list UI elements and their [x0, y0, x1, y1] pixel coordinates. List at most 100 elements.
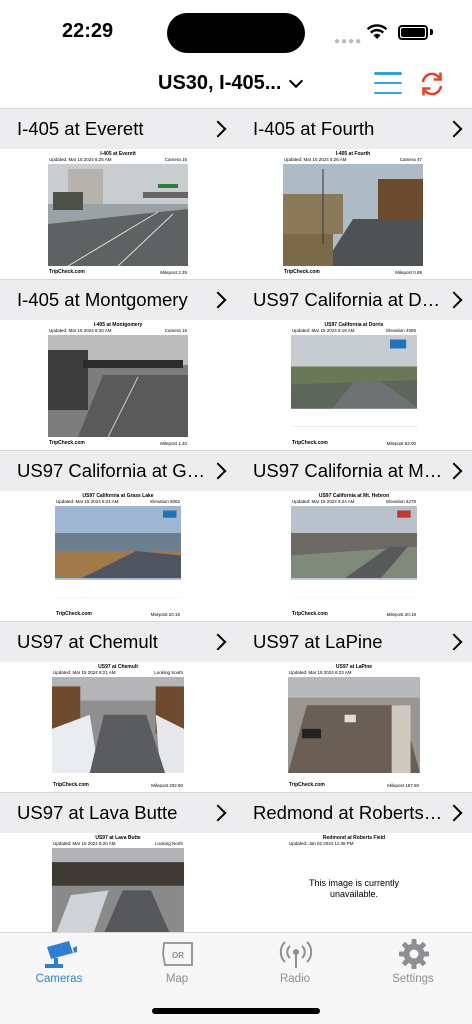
gear-icon	[399, 939, 429, 969]
camera-title: US97 at Lava Butte	[17, 802, 178, 823]
camera-title: I-405 at Fourth	[253, 118, 375, 139]
camera-milepost: Milepost 20.19	[386, 612, 416, 617]
chevron-right-icon	[209, 120, 227, 138]
camera-image[interactable]: I-405 at Everett Updated: Mar 15 2024 8:…	[47, 149, 189, 278]
signal-dots-icon: ●●●●	[334, 36, 363, 47]
camera-image[interactable]: US97 at Lava Butte Updated: Mar 15 2024 …	[51, 833, 185, 932]
camera-brand: TripCheck.com	[56, 611, 92, 617]
route-title: US30, I-405...	[158, 72, 282, 94]
camera-cell[interactable]: US97 California at Mt. Hebron US97 Calif…	[236, 450, 472, 621]
camera-header[interactable]: I-405 at Montgomery	[0, 279, 236, 320]
camera-brand: TripCheck.com	[292, 611, 328, 617]
camera-brand: TripCheck.com	[49, 269, 85, 275]
svg-text:OR: OR	[172, 951, 184, 960]
tab-label: Map	[165, 973, 189, 985]
route-selector[interactable]: US30, I-405...	[158, 72, 304, 95]
chevron-down-icon	[289, 73, 304, 88]
camera-image[interactable]: US97 at Chemult Updated: Mar 15 2024 8:2…	[51, 662, 185, 791]
camera-image[interactable]: I-405 at Montgomery Updated: Mar 15 2024…	[47, 320, 189, 449]
battery-tip	[430, 29, 433, 35]
camera-milepost: Milepost 2.35	[160, 270, 187, 275]
camera-extra: Elevation 4095	[386, 328, 416, 333]
camera-extra: Camera 47	[399, 157, 422, 162]
status-bar: 22:29 ●●●●	[0, 0, 472, 62]
camera-updated: Updated: Mar 15 2024 8:21 AM	[53, 670, 116, 675]
wifi-icon	[366, 24, 388, 39]
traffic-photo	[52, 677, 184, 774]
camera-header[interactable]: US97 at Lava Butte	[0, 792, 236, 833]
camera-title: US97 California at Grass Lake	[17, 460, 209, 481]
camera-cell[interactable]: US97 at LaPine US97 at LaPine Updated: M…	[236, 621, 472, 792]
dynamic-island	[167, 13, 305, 53]
camera-header[interactable]: I-405 at Everett	[0, 108, 236, 149]
camera-cell[interactable]: Redmond at Roberts Field Redmond at Robe…	[236, 792, 472, 932]
camera-header[interactable]: US97 California at Grass Lake	[0, 450, 236, 491]
camera-updated: Updated: Mar 15 2024 8:25 AM	[49, 157, 112, 162]
camera-updated: Updated: Jan 02 2024 11:36 PM	[289, 841, 354, 846]
camera-icon	[45, 941, 77, 968]
camera-milepost: Milepost 0.89	[395, 270, 422, 275]
camera-cell[interactable]: US97 at Lava Butte US97 at Lava Butte Up…	[0, 792, 236, 932]
chevron-right-icon	[445, 633, 463, 651]
camera-milepost: Milepost 20.19	[150, 612, 180, 617]
camera-grid: I-405 at Everett I-405 at Everett Update…	[0, 108, 472, 932]
camera-updated: Updated: Mar 15 2024 8:24 AM	[292, 499, 355, 504]
status-time: 22:29	[62, 20, 114, 42]
camera-header[interactable]: I-405 at Fourth	[236, 108, 472, 149]
camera-header[interactable]: US97 at LaPine	[236, 621, 472, 662]
chevron-right-icon	[445, 804, 463, 822]
camera-title: US97 at LaPine	[253, 631, 383, 652]
camera-header[interactable]: Redmond at Roberts Field	[236, 792, 472, 833]
camera-title: US97 at Chemult	[17, 631, 158, 652]
chevron-right-icon	[209, 804, 227, 822]
camera-header[interactable]: US97 California at Mt. Hebron	[236, 450, 472, 491]
camera-milepost: Milepost 202.90	[151, 783, 183, 788]
camera-title: US97 California at Mt. Hebron	[253, 460, 445, 481]
traffic-photo	[288, 677, 420, 774]
chevron-right-icon	[445, 120, 463, 138]
tab-map[interactable]: OR Map	[118, 933, 236, 993]
camera-image[interactable]: Redmond at Roberts Field Updated: Jan 02…	[287, 833, 421, 932]
camera-title: I-405 at Everett	[17, 118, 144, 139]
camera-cell[interactable]: I-405 at Fourth I-405 at Fourth Updated:…	[236, 108, 472, 279]
tab-cameras[interactable]: Cameras	[0, 933, 118, 993]
home-indicator	[152, 1008, 320, 1014]
camera-cell[interactable]: I-405 at Everett I-405 at Everett Update…	[0, 108, 236, 279]
tab-radio[interactable]: Radio	[236, 933, 354, 993]
refresh-icon[interactable]	[417, 69, 447, 99]
camera-title: US97 California at Dorris	[253, 289, 445, 310]
camera-brand: TripCheck.com	[53, 782, 89, 788]
camera-cell[interactable]: I-405 at Montgomery I-405 at Montgomery …	[0, 279, 236, 450]
camera-cell[interactable]: US97 California at Grass Lake US97 Calif…	[0, 450, 236, 621]
camera-extra: Camera 15	[164, 157, 187, 162]
camera-header[interactable]: US97 at Chemult	[0, 621, 236, 662]
camera-image[interactable]: US97 California at Grass Lake Updated: M…	[54, 491, 182, 620]
camera-brand: TripCheck.com	[292, 440, 328, 446]
chevron-right-icon	[445, 462, 463, 480]
camera-image[interactable]: US97 California at Mt. Hebron Updated: M…	[290, 491, 418, 620]
camera-extra: Camera 16	[164, 328, 187, 333]
camera-cell[interactable]: US97 at Chemult US97 at Chemult Updated:…	[0, 621, 236, 792]
hamburger-menu-icon[interactable]	[374, 72, 402, 94]
camera-image[interactable]: US97 at LaPine Updated: Mar 15 2024 8:23…	[287, 662, 421, 791]
traffic-photo	[291, 335, 417, 427]
chevron-right-icon	[209, 633, 227, 651]
camera-brand: TripCheck.com	[289, 782, 325, 788]
camera-image[interactable]: I-405 at Fourth Updated: Mar 15 2024 8:2…	[282, 149, 424, 278]
tab-settings[interactable]: Settings	[354, 933, 472, 993]
chevron-right-icon	[209, 462, 227, 480]
traffic-photo	[55, 506, 181, 598]
traffic-photo	[291, 506, 417, 598]
image-unavailable-text: This image is currently unavailable.	[308, 878, 400, 899]
camera-title: I-405 at Montgomery	[17, 289, 188, 310]
camera-image[interactable]: US97 California at Dorris Updated: Mar 1…	[290, 320, 418, 449]
camera-title: Redmond at Roberts Field	[253, 802, 445, 823]
tab-label: Settings	[392, 973, 434, 985]
camera-extra: Looking North	[154, 841, 183, 846]
traffic-photo	[52, 848, 184, 932]
tab-label: Radio	[279, 973, 311, 985]
camera-updated: Updated: Mar 15 2024 8:18 AM	[292, 328, 355, 333]
camera-header[interactable]: US97 California at Dorris	[236, 279, 472, 320]
camera-cell[interactable]: US97 California at Dorris US97 Californi…	[236, 279, 472, 450]
chevron-right-icon	[209, 291, 227, 309]
